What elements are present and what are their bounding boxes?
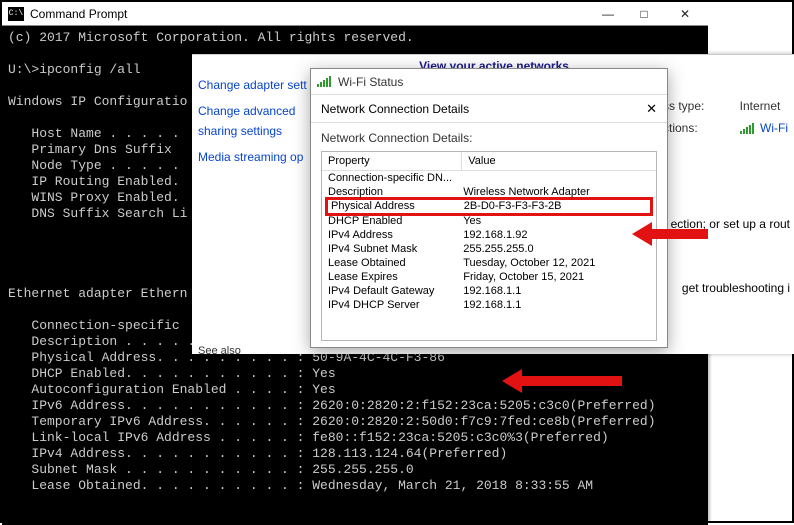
cmd-titlebar[interactable]: C:\ Command Prompt — □ ✕ — [2, 2, 708, 26]
maximize-button[interactable]: □ — [626, 2, 662, 26]
cmd-icon: C:\ — [8, 7, 24, 21]
access-type-label: ess type: — [656, 95, 736, 117]
col-value[interactable]: Value — [462, 152, 656, 170]
ncd-title-text: Network Connection Details — [321, 102, 469, 116]
table-row: IPv4 Address192.168.1.92 — [322, 228, 656, 242]
wifi-signal-icon — [740, 123, 754, 134]
table-row: Lease ObtainedTuesday, October 12, 2021 — [322, 256, 656, 270]
annotation-arrow-icon — [502, 369, 622, 393]
see-also-label: See also — [198, 345, 241, 357]
close-button[interactable]: ✕ — [662, 2, 708, 26]
link-change-advanced[interactable]: Change advanced sharing settings — [198, 101, 328, 141]
ncd-subtitle: Network Connection Details: — [311, 123, 667, 149]
col-property[interactable]: Property — [322, 152, 462, 170]
cmd-title-text: Command Prompt — [30, 7, 590, 21]
table-row: DescriptionWireless Network Adapter — [322, 185, 656, 199]
edge-shadow — [702, 352, 712, 522]
table-row: IPv4 Default Gateway192.168.1.1 — [322, 284, 656, 298]
wifi-status-titlebar[interactable]: Wi-Fi Status — [311, 69, 667, 95]
connections-label: ections: — [656, 117, 736, 139]
table-row: DHCP EnabledYes — [322, 214, 656, 228]
table-row: Lease ExpiresFriday, October 15, 2021 — [322, 270, 656, 284]
dialog-close-button[interactable]: ✕ — [646, 101, 657, 117]
connections-link[interactable]: Wi-Fi — [760, 121, 788, 135]
link-media-streaming[interactable]: Media streaming op — [198, 147, 328, 167]
network-connection-details-dialog: Wi-Fi Status Network Connection Details … — [310, 68, 668, 348]
link-change-adapter[interactable]: Change adapter sett — [198, 75, 328, 95]
wifi-status-title: Wi-Fi Status — [338, 75, 661, 89]
table-row: Connection-specific DN... — [322, 171, 656, 185]
minimize-button[interactable]: — — [590, 2, 626, 26]
details-grid: Property Value Connection-specific DN...… — [321, 151, 657, 341]
wifi-signal-icon — [317, 76, 331, 87]
cp-text-fragment-2: get troubleshooting i — [682, 281, 790, 295]
table-row: IPv4 Subnet Mask255.255.255.0 — [322, 242, 656, 256]
annotation-arrow-icon — [632, 222, 708, 246]
access-type-value: Internet — [740, 99, 781, 113]
table-row: IPv4 DHCP Server192.168.1.1 — [322, 298, 656, 312]
